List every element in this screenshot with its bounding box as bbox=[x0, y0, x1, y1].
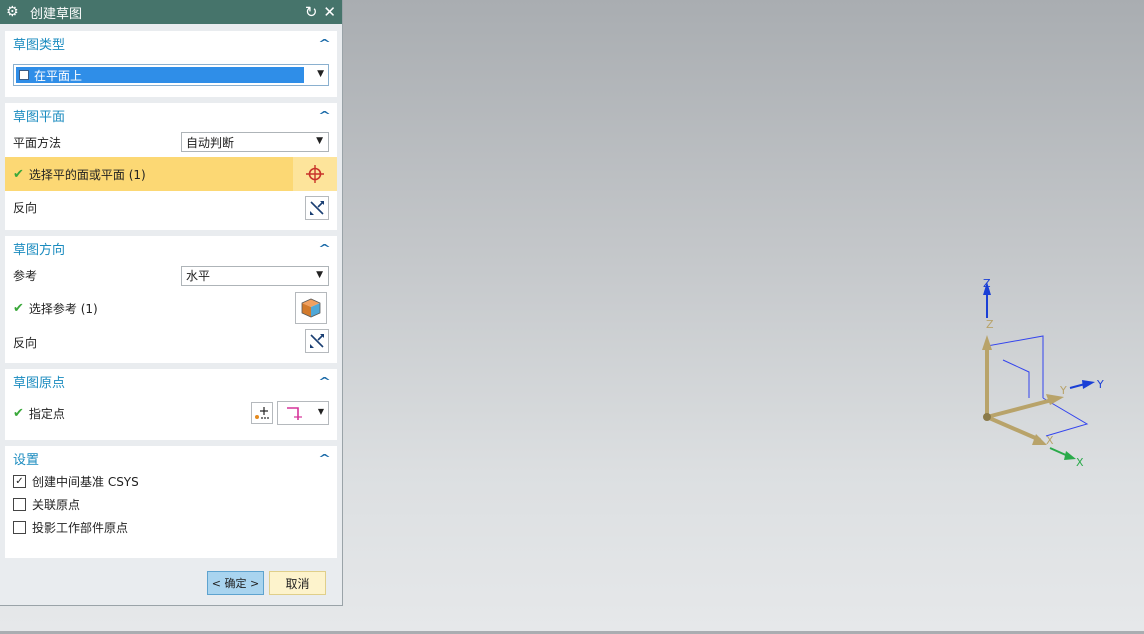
section-title: 草图类型 bbox=[13, 37, 66, 53]
check-icon: ✔ bbox=[13, 405, 24, 421]
y-axis-label: Y bbox=[1096, 378, 1104, 391]
settings-option-label: 投影工作部件原点 bbox=[32, 521, 129, 535]
x-axis-label: X bbox=[1076, 456, 1084, 469]
section-sketch-orientation: 草图方向 ^ 参考 水平 ▼ ✔ 选择参考 (1) 反向 bbox=[5, 236, 337, 363]
point-type-dropdown[interactable]: ▼ bbox=[277, 401, 329, 425]
select-face-icon[interactable] bbox=[295, 292, 327, 324]
section-sketch-plane: 草图平面 ^ 平面方法 自动判断 ▼ ✔ 选择平的面或平面 (1) 反向 bbox=[5, 103, 337, 230]
select-plane-row[interactable]: ✔ 选择平的面或平面 (1) bbox=[5, 157, 337, 191]
section-header-sketch-type[interactable]: 草图类型 ^ bbox=[5, 31, 337, 55]
z-sketch-label: Z bbox=[986, 318, 994, 331]
chevron-down-icon: ▼ bbox=[316, 269, 323, 280]
sketch-type-value: 在平面上 bbox=[34, 68, 83, 83]
plane-reverse-label: 反向 bbox=[13, 201, 38, 215]
reference-label: 参考 bbox=[13, 269, 38, 283]
check-icon: ✔ bbox=[13, 300, 24, 316]
cancel-button[interactable]: 取消 bbox=[269, 571, 326, 595]
orientation-reverse-row: 反向 bbox=[5, 325, 337, 359]
checkbox-create-csys[interactable]: ✓ bbox=[13, 475, 26, 488]
chevron-down-icon: ▼ bbox=[317, 69, 324, 79]
reference-dropdown[interactable]: 水平 ▼ bbox=[181, 265, 329, 286]
orientation-reverse-label: 反向 bbox=[13, 335, 38, 350]
settings-option-row[interactable]: ✓ 创建中间基准 CSYS bbox=[5, 470, 337, 493]
section-title: 草图平面 bbox=[13, 109, 66, 125]
section-title: 草图方向 bbox=[13, 242, 66, 258]
chevron-down-icon: ▼ bbox=[317, 407, 324, 416]
settings-option-row[interactable]: 投影工作部件原点 bbox=[5, 516, 337, 539]
collapse-icon[interactable]: ^ bbox=[318, 109, 331, 122]
settings-option-row[interactable]: 关联原点 bbox=[5, 493, 337, 516]
sketch-type-dropdown[interactable]: 在平面上 ▼ bbox=[13, 64, 329, 86]
check-icon: ✔ bbox=[13, 166, 24, 182]
specify-point-row[interactable]: ✔ 指定点 ▼ bbox=[5, 393, 337, 433]
reference-row: 参考 水平 ▼ bbox=[5, 260, 337, 291]
checkbox-project-origin[interactable] bbox=[13, 521, 26, 534]
reset-icon[interactable]: ↻ bbox=[305, 3, 318, 21]
plane-method-dropdown[interactable]: 自动判断 ▼ bbox=[181, 132, 329, 152]
section-sketch-origin: 草图原点 ^ ✔ 指定点 ▼ bbox=[5, 369, 337, 440]
plane-method-label: 平面方法 bbox=[13, 135, 62, 150]
section-sketch-type: 草图类型 ^ 在平面上 ▼ bbox=[5, 31, 337, 97]
reference-value: 水平 bbox=[186, 269, 211, 283]
collapse-icon[interactable]: ^ bbox=[318, 452, 331, 465]
z-axis-label: Z bbox=[983, 277, 991, 290]
section-header-settings[interactable]: 设置 ^ bbox=[5, 446, 337, 470]
specify-point-label: 指定点 bbox=[28, 406, 65, 421]
chevron-down-icon: ▼ bbox=[316, 136, 323, 146]
graphics-viewport[interactable]: Z Y X Z Y X bbox=[343, 0, 1144, 631]
collapse-icon[interactable]: ^ bbox=[318, 242, 331, 255]
dialog-title: 创建草图 bbox=[30, 6, 83, 22]
section-title: 草图原点 bbox=[13, 375, 66, 391]
settings-option-label: 创建中间基准 CSYS bbox=[32, 475, 139, 489]
settings-option-label: 关联原点 bbox=[32, 498, 81, 512]
checkbox-associative-origin[interactable] bbox=[13, 498, 26, 511]
plane-method-row: 平面方法 自动判断 ▼ bbox=[5, 127, 337, 157]
plane-reverse-row: 反向 bbox=[5, 191, 337, 224]
section-header-sketch-plane[interactable]: 草图平面 ^ bbox=[5, 103, 337, 127]
x-sketch-label: X bbox=[1046, 434, 1054, 447]
plane-sketch-icon bbox=[19, 70, 29, 80]
dialog-titlebar: ⚙ 创建草图 ↻ ✕ bbox=[0, 0, 342, 24]
point-dialog-icon[interactable] bbox=[251, 402, 273, 424]
reverse-direction-icon[interactable] bbox=[305, 196, 329, 220]
ok-button[interactable]: < 确定 > bbox=[207, 571, 264, 595]
crosshair-icon[interactable] bbox=[293, 157, 337, 191]
section-settings: 设置 ^ ✓ 创建中间基准 CSYS 关联原点 投影工作部件原点 bbox=[5, 446, 337, 558]
collapse-icon[interactable]: ^ bbox=[318, 375, 331, 388]
close-icon[interactable]: ✕ bbox=[323, 3, 336, 21]
coordinate-triad: Z Y X Z Y X bbox=[982, 277, 1104, 469]
plane-method-value: 自动判断 bbox=[186, 135, 235, 150]
collapse-icon[interactable]: ^ bbox=[318, 37, 331, 50]
select-plane-label: 选择平的面或平面 (1) bbox=[28, 167, 146, 182]
inferred-point-icon bbox=[287, 407, 302, 420]
create-sketch-dialog: ⚙ 创建草图 ↻ ✕ 草图类型 ^ 在平面上 ▼ 草图平面 ^ 平面方法 自动判… bbox=[0, 0, 343, 606]
select-reference-row[interactable]: ✔ 选择参考 (1) bbox=[5, 291, 337, 325]
reverse-direction-icon[interactable] bbox=[305, 329, 329, 353]
section-header-sketch-orientation[interactable]: 草图方向 ^ bbox=[5, 236, 337, 260]
sketch-type-selected: 在平面上 bbox=[16, 67, 304, 83]
section-title: 设置 bbox=[13, 452, 40, 468]
section-header-sketch-origin[interactable]: 草图原点 ^ bbox=[5, 369, 337, 393]
select-reference-label: 选择参考 (1) bbox=[28, 301, 98, 316]
y-sketch-label: Y bbox=[1059, 384, 1067, 397]
gear-icon: ⚙ bbox=[6, 4, 19, 20]
